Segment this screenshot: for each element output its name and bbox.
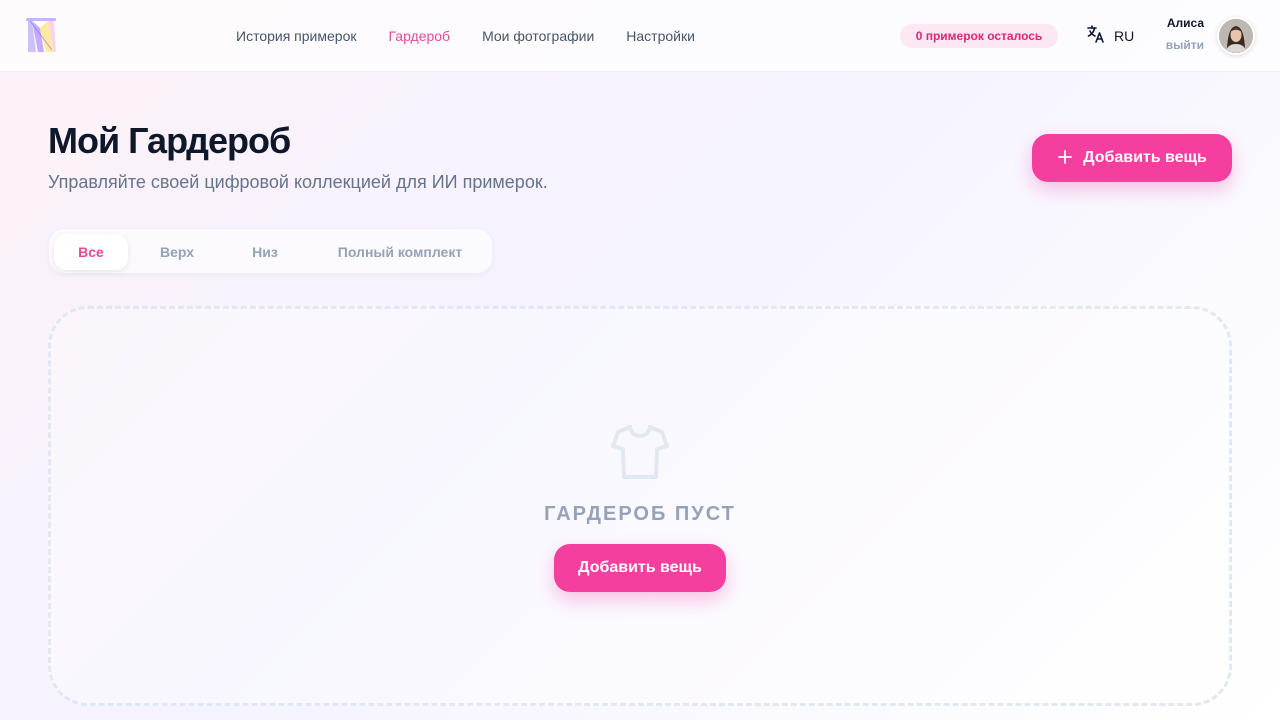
tab-bottoms[interactable]: Низ: [229, 234, 301, 270]
translate-icon: [1086, 24, 1106, 49]
add-item-button-label: Добавить вещь: [1083, 149, 1207, 166]
user-name: Алиса: [1166, 16, 1204, 30]
tab-full-outfit[interactable]: Полный комплект: [319, 234, 481, 270]
tab-all[interactable]: Все: [54, 234, 128, 270]
main-nav: История примерок Гардероб Мои фотографии…: [236, 0, 695, 72]
tab-tops[interactable]: Верх: [139, 234, 215, 270]
nav-my-photos[interactable]: Мои фотографии: [482, 28, 594, 44]
tshirt-icon: [610, 422, 670, 482]
plus-icon: [1057, 147, 1073, 169]
wardrobe-logo-icon[interactable]: [24, 16, 58, 56]
user-info: Алиса выйти: [1166, 14, 1204, 54]
logout-link[interactable]: выйти: [1166, 36, 1204, 54]
nav-wardrobe[interactable]: Гардероб: [388, 28, 450, 44]
add-item-button[interactable]: Добавить вещь: [1032, 134, 1232, 182]
page-subtitle: Управляйте своей цифровой коллекцией для…: [48, 172, 548, 192]
empty-add-item-button[interactable]: Добавить вещь: [554, 544, 726, 592]
nav-settings[interactable]: Настройки: [626, 28, 695, 44]
nav-history[interactable]: История примерок: [236, 28, 356, 44]
empty-state-text: ГАРДЕРОБ ПУСТ: [544, 503, 736, 525]
credits-badge: 0 примерок осталось: [900, 24, 1058, 48]
language-label: RU: [1114, 28, 1135, 44]
page-title: Мой Гардероб: [48, 120, 291, 161]
user-avatar[interactable]: [1217, 17, 1255, 55]
language-switcher[interactable]: RU: [1086, 24, 1134, 48]
top-header: История примерок Гардероб Мои фотографии…: [0, 0, 1280, 72]
category-tabs: Все Верх Низ Полный комплект: [48, 228, 493, 274]
